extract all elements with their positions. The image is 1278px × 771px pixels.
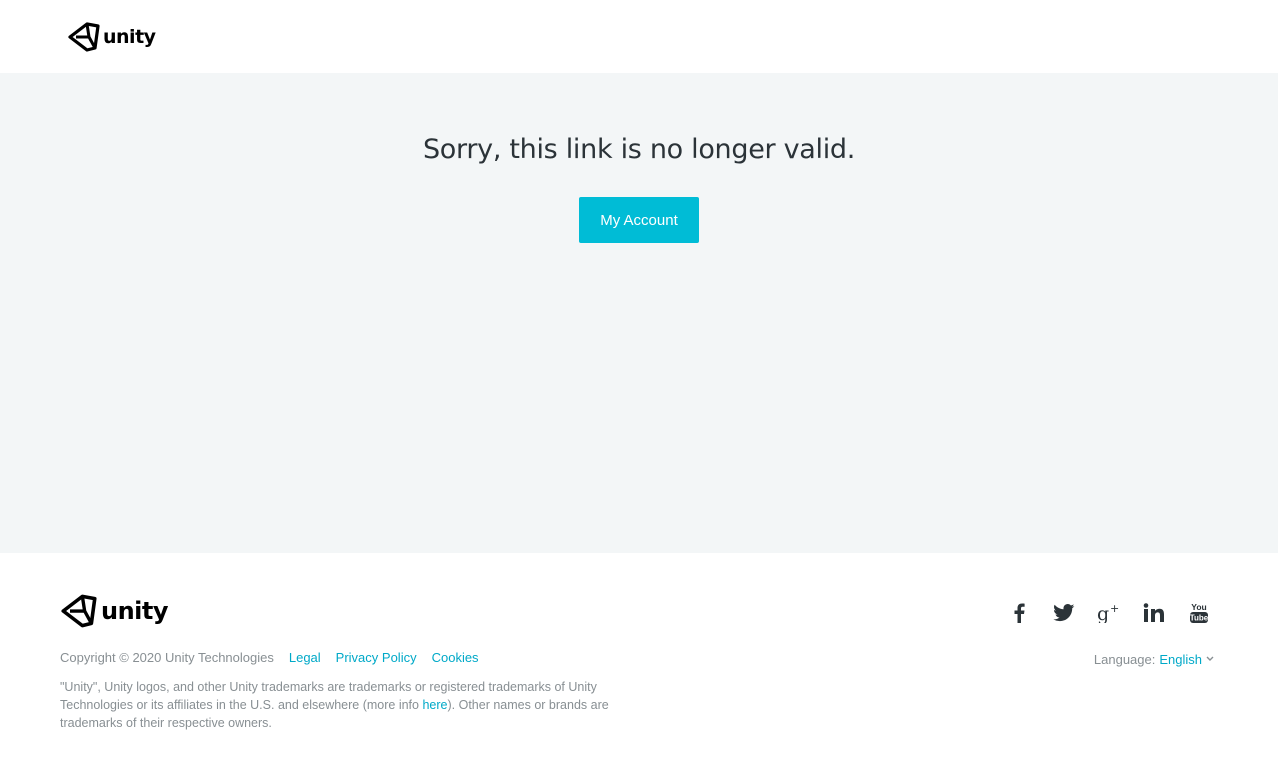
youtube-icon[interactable]: You Tube xyxy=(1184,601,1214,625)
youtube-icon-bottom-text: Tube xyxy=(1190,614,1209,623)
trademark-notice: "Unity", Unity logos, and other Unity tr… xyxy=(60,678,670,732)
copyright-text: Copyright © 2020 Unity Technologies xyxy=(60,650,274,665)
cookies-link[interactable]: Cookies xyxy=(432,650,479,665)
legal-link[interactable]: Legal xyxy=(289,650,321,665)
main-content: Sorry, this link is no longer valid. My … xyxy=(0,73,1278,553)
unity-cube-icon xyxy=(61,594,97,628)
privacy-policy-link[interactable]: Privacy Policy xyxy=(336,650,417,665)
unity-cube-icon xyxy=(68,22,100,52)
youtube-icon-top-text: You xyxy=(1191,602,1206,612)
site-footer: unity g + You Tube Copyright © 2020 Unit… xyxy=(0,553,1278,771)
chevron-down-icon[interactable] xyxy=(1206,654,1214,665)
footer-unity-logo[interactable]: unity xyxy=(61,593,169,629)
logo-text: unity xyxy=(103,26,156,48)
google-plus-icon[interactable]: g + xyxy=(1094,601,1124,625)
error-message: Sorry, this link is no longer valid. xyxy=(422,134,856,165)
site-header: unity xyxy=(0,0,1278,73)
facebook-icon[interactable] xyxy=(1004,601,1034,625)
footer-logo-text: unity xyxy=(101,597,169,625)
language-label: Language: xyxy=(1093,652,1156,667)
language-selector: Language: English xyxy=(1094,652,1214,667)
linkedin-icon[interactable] xyxy=(1139,601,1169,625)
language-value[interactable]: English xyxy=(1159,652,1202,667)
more-info-here-link[interactable]: here xyxy=(422,698,447,712)
svg-text:+: + xyxy=(1110,603,1119,615)
my-account-button[interactable]: My Account xyxy=(579,197,699,243)
legal-links-row: Copyright © 2020 Unity Technologies Lega… xyxy=(60,650,479,665)
twitter-icon[interactable] xyxy=(1049,601,1079,625)
unity-logo[interactable]: unity xyxy=(68,21,156,53)
social-links: g + You Tube xyxy=(989,601,1214,625)
svg-text:g: g xyxy=(1097,603,1109,623)
